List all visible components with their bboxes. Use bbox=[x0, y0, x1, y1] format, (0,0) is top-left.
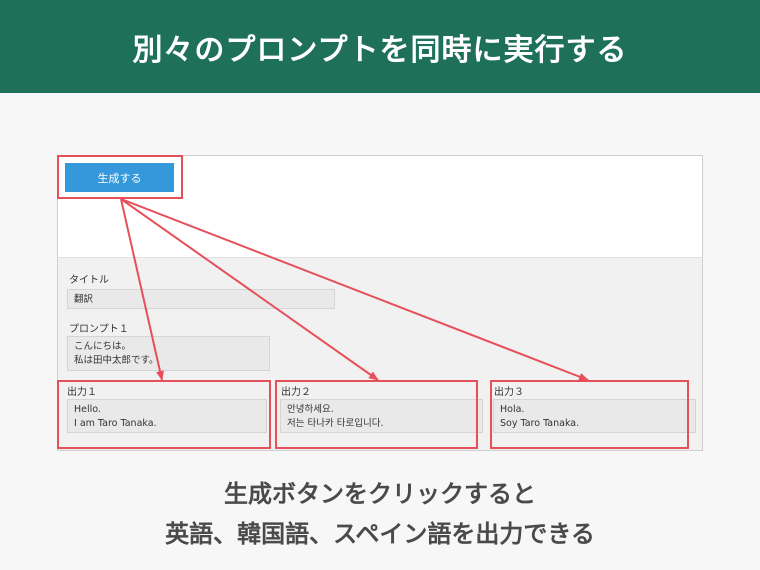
caption: 生成ボタンをクリックすると 英語、韓国語、スペイン語を出力できる bbox=[0, 474, 760, 554]
app-screenshot: 生成する タイトル 翻訳 プロンプト１ こんにちは。 私は田中太郎です。 出力１… bbox=[57, 155, 703, 451]
output-2-field[interactable]: 안녕하세요. 저는 타나카 타로입니다. bbox=[280, 399, 483, 433]
output-3-field[interactable]: Hola. Soy Taro Tanaka. bbox=[493, 399, 696, 433]
output-1-line: I am Taro Tanaka. bbox=[74, 418, 157, 429]
title-label: タイトル bbox=[69, 275, 109, 286]
title-value: 翻訳 bbox=[74, 294, 94, 305]
output-2-line: 저는 타나카 타로입니다. bbox=[287, 418, 384, 429]
output-1-label: 出力１ bbox=[67, 387, 97, 398]
output-1-field[interactable]: Hello. I am Taro Tanaka. bbox=[67, 399, 267, 433]
prompt-label: プロンプト１ bbox=[69, 324, 129, 335]
banner: 別々のプロンプトを同時に実行する bbox=[0, 0, 760, 93]
output-2-label: 出力２ bbox=[281, 387, 311, 398]
output-3-line: Soy Taro Tanaka. bbox=[500, 418, 580, 429]
title-field[interactable]: 翻訳 bbox=[67, 289, 335, 309]
output-1-line: Hello. bbox=[74, 404, 101, 415]
output-3-line: Hola. bbox=[500, 404, 525, 415]
caption-line: 生成ボタンをクリックすると bbox=[224, 480, 536, 508]
prompt-line: 私は田中太郎です。 bbox=[74, 355, 159, 366]
generate-button[interactable]: 生成する bbox=[65, 163, 174, 192]
output-2-line: 안녕하세요. bbox=[287, 404, 334, 415]
banner-title: 別々のプロンプトを同時に実行する bbox=[132, 32, 628, 68]
toolbar-area: 生成する bbox=[58, 156, 702, 257]
prompt-line: こんにちは。 bbox=[74, 341, 132, 352]
prompt-field[interactable]: こんにちは。 私は田中太郎です。 bbox=[67, 336, 270, 371]
caption-line: 英語、韓国語、スペイン語を出力できる bbox=[165, 520, 595, 548]
output-3-label: 出力３ bbox=[494, 387, 524, 398]
